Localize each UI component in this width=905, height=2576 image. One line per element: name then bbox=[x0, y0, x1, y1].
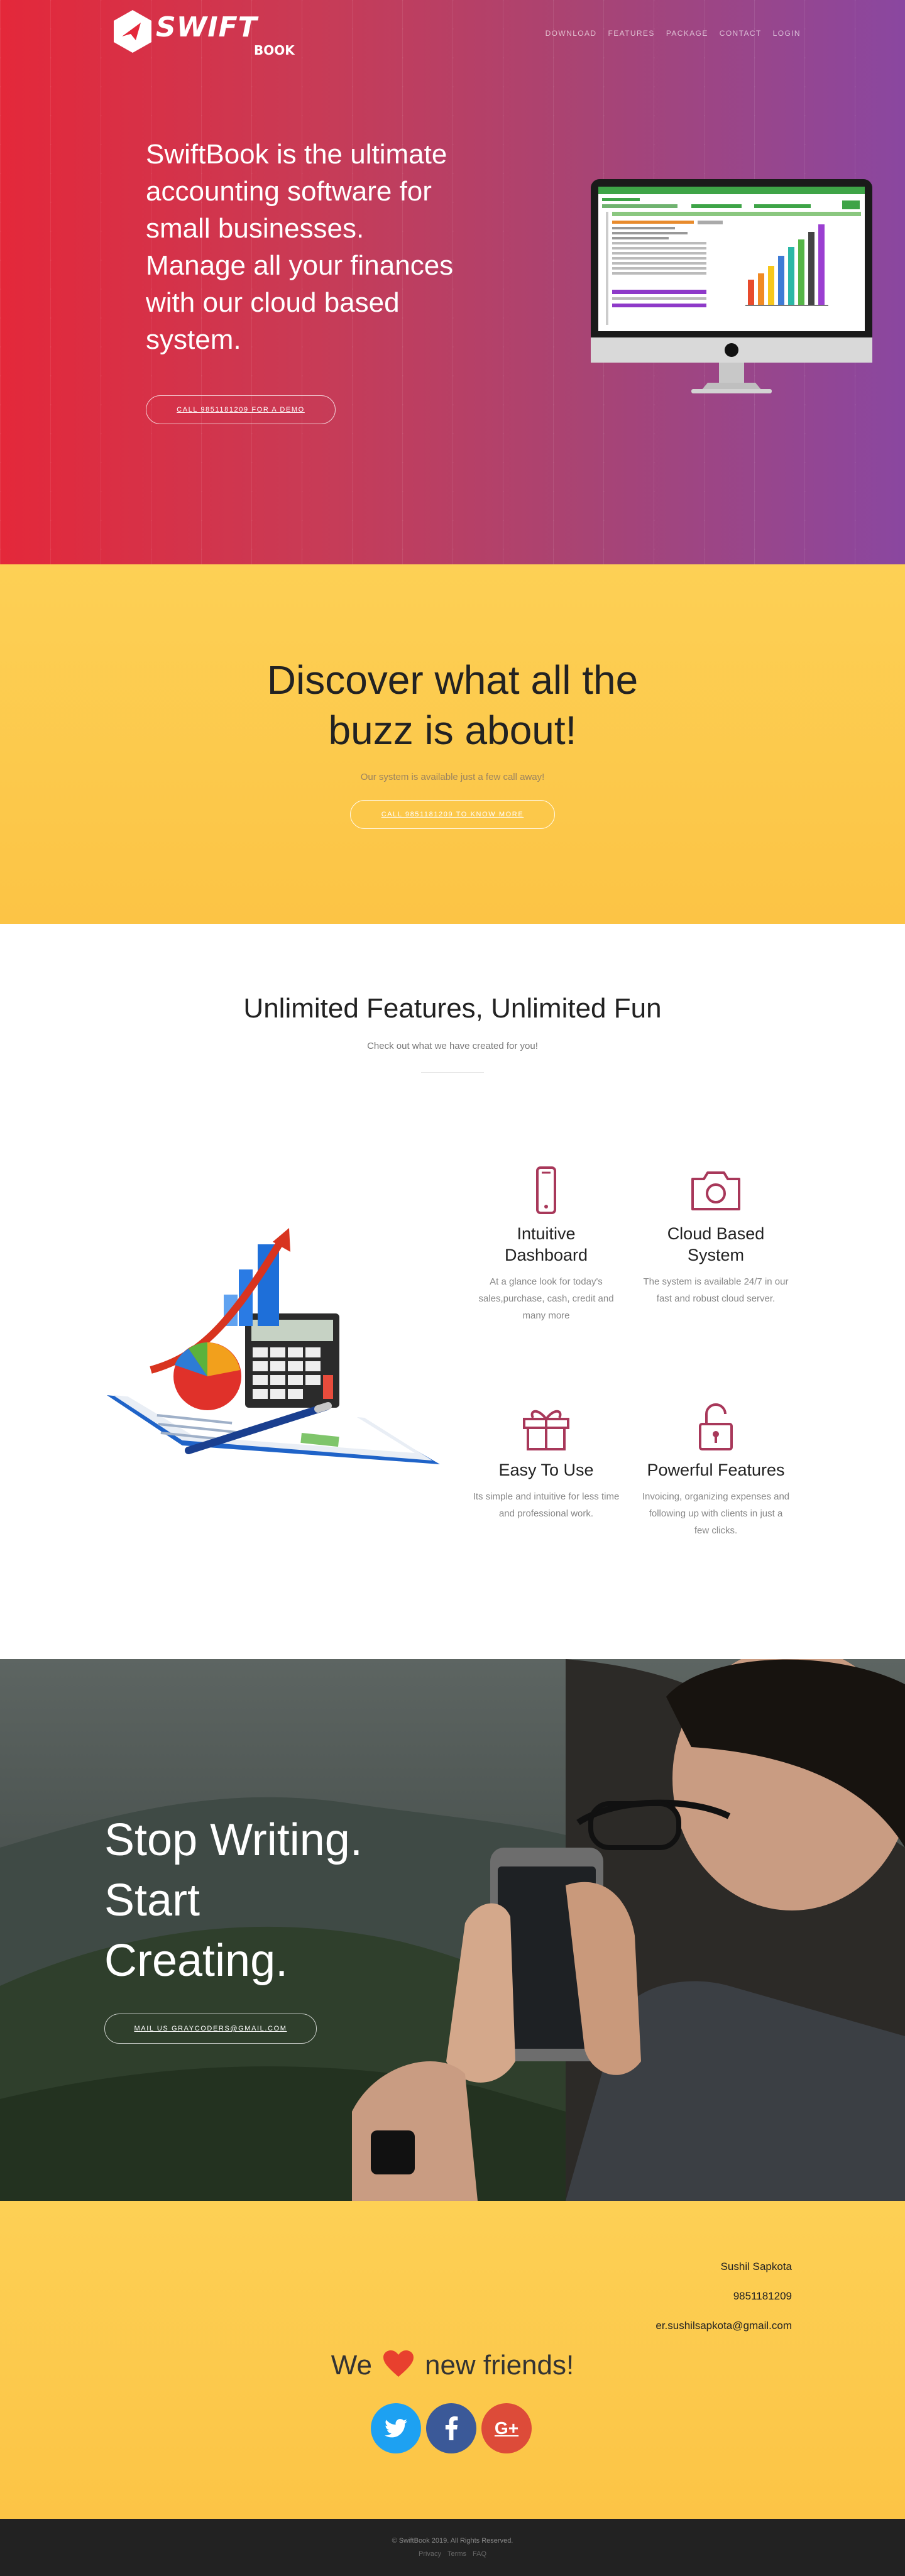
gift-icon bbox=[523, 1410, 569, 1450]
love-suffix: new friends! bbox=[424, 2350, 574, 2381]
feature-title: Cloud Based System bbox=[637, 1223, 794, 1266]
promo-line-1: Stop Writing. bbox=[104, 1815, 363, 1865]
imac-dashboard-image bbox=[591, 179, 872, 393]
swiftbook-logo[interactable]: SWIFT BOOK bbox=[112, 6, 307, 58]
google-plus-button[interactable]: G+ bbox=[481, 2403, 532, 2453]
feature-text: At a glance look for today's sales,purch… bbox=[478, 1276, 614, 1321]
feature-title-line-1: Powerful Features bbox=[647, 1461, 785, 1479]
facebook-icon bbox=[445, 2416, 458, 2440]
love-prefix: We bbox=[331, 2350, 372, 2381]
love-new-friends-heading: We new friends! bbox=[0, 2349, 905, 2385]
twitter-icon bbox=[385, 2419, 407, 2438]
contact-name: Sushil Sapkota bbox=[720, 2261, 792, 2272]
nav-contact[interactable]: CONTACT bbox=[720, 29, 762, 38]
hero-section: SWIFT BOOK DOWNLOAD FEATURES PACKAGE CON… bbox=[0, 0, 905, 564]
buzz-section: Discover what all the buzz is about! Our… bbox=[0, 564, 905, 924]
facebook-button[interactable] bbox=[426, 2403, 476, 2453]
feature-title-line-2: Dashboard bbox=[504, 1246, 588, 1264]
camera-icon bbox=[691, 1171, 740, 1210]
feature-intuitive-dashboard: Intuitive Dashboard At a glance look for… bbox=[468, 1165, 625, 1324]
feature-title-line-1: Intuitive bbox=[517, 1224, 576, 1243]
heart-icon bbox=[382, 2349, 415, 2385]
feature-text: Invoicing, organizing expenses and follo… bbox=[642, 1491, 790, 1536]
feature-cloud-based-system: Cloud Based System The system is availab… bbox=[637, 1165, 794, 1307]
page: SWIFT BOOK DOWNLOAD FEATURES PACKAGE CON… bbox=[0, 0, 905, 2576]
features-divider bbox=[421, 1072, 484, 1073]
nav-login[interactable]: LOGIN bbox=[773, 29, 801, 38]
features-subtitle: Check out what we have created for you! bbox=[367, 1041, 538, 1051]
nav-features[interactable]: FEATURES bbox=[608, 29, 654, 38]
feature-easy-to-use: Easy To Use Its simple and intuitive for… bbox=[468, 1401, 625, 1522]
hero-title: SwiftBook is the ultimate accounting sof… bbox=[146, 139, 454, 355]
feature-title-line-1: Cloud Based bbox=[667, 1224, 765, 1243]
buzz-title-line-1: Discover what all the bbox=[266, 657, 639, 703]
copyright-text: © SwiftBook 2019. All Rights Reserved. bbox=[392, 2537, 513, 2545]
buzz-title-line-2: buzz is about! bbox=[328, 708, 577, 753]
feature-text: The system is available 24/7 in our fast… bbox=[643, 1276, 789, 1304]
feature-title: Intuitive Dashboard bbox=[468, 1223, 625, 1266]
google-plus-icon: G+ bbox=[494, 2418, 519, 2438]
feature-title: Powerful Features bbox=[637, 1459, 794, 1481]
main-nav: DOWNLOAD FEATURES PACKAGE CONTACT LOGIN bbox=[546, 29, 801, 38]
demo-call-button[interactable]: CALL 9851181209 FOR A DEMO bbox=[146, 395, 336, 424]
features-section: Unlimited Features, Unlimited Fun Check … bbox=[0, 924, 905, 1659]
promo-line-2: Start bbox=[104, 1875, 200, 1926]
buzz-subtitle: Our system is available just a few call … bbox=[360, 772, 545, 782]
logo-subtext: BOOK bbox=[254, 43, 295, 58]
contact-phone[interactable]: 9851181209 bbox=[733, 2290, 792, 2303]
footer-links: Privacy Terms FAQ bbox=[0, 2550, 905, 2558]
social-links: G+ bbox=[371, 2403, 532, 2453]
nav-download[interactable]: DOWNLOAD bbox=[546, 29, 597, 38]
feature-title: Easy To Use bbox=[468, 1459, 625, 1481]
twitter-button[interactable] bbox=[371, 2403, 421, 2453]
smartphone-icon bbox=[536, 1166, 556, 1214]
features-title: Unlimited Features, Unlimited Fun bbox=[243, 993, 662, 1024]
feature-text: Its simple and intuitive for less time a… bbox=[473, 1491, 620, 1519]
feature-title-line-2: System bbox=[687, 1246, 745, 1264]
logo-wordmark: SWIFT bbox=[156, 11, 258, 43]
logo-hexagon-icon bbox=[114, 10, 151, 53]
promo-photo-section: Stop Writing. Start Creating. MAIL US GR… bbox=[0, 1659, 905, 2201]
footer-link-privacy[interactable]: Privacy bbox=[419, 2550, 441, 2558]
buzz-title: Discover what all the buzz is about! bbox=[0, 655, 905, 755]
promo-headline: Stop Writing. Start Creating. bbox=[104, 1810, 363, 1991]
feature-powerful-features: Powerful Features Invoicing, organizing … bbox=[637, 1401, 794, 1539]
mail-us-button[interactable]: MAIL US GRAYCODERS@GMAIL.COM bbox=[104, 2014, 317, 2044]
contact-email[interactable]: er.sushilsapkota@gmail.com bbox=[655, 2320, 792, 2332]
footer-link-terms[interactable]: Terms bbox=[447, 2550, 466, 2558]
accounting-illustration bbox=[107, 1228, 440, 1464]
lock-icon bbox=[699, 1403, 733, 1450]
know-more-call-button[interactable]: CALL 9851181209 TO KNOW MORE bbox=[350, 800, 555, 829]
promo-line-3: Creating. bbox=[104, 1936, 288, 1986]
contact-section: Sushil Sapkota 9851181209 er.sushilsapko… bbox=[0, 2201, 905, 2519]
feature-title-line-1: Easy To Use bbox=[498, 1461, 594, 1479]
footer: © SwiftBook 2019. All Rights Reserved. P… bbox=[0, 2519, 905, 2576]
nav-package[interactable]: PACKAGE bbox=[666, 29, 708, 38]
footer-link-faq[interactable]: FAQ bbox=[473, 2550, 486, 2558]
